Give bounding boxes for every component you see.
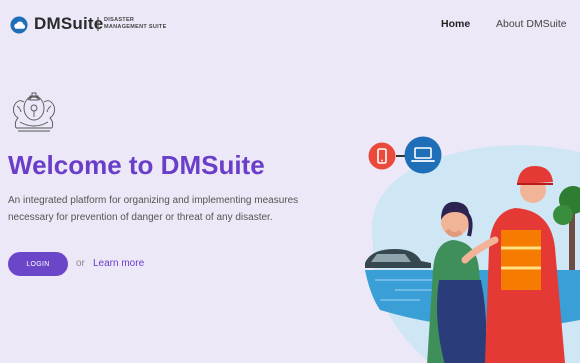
- brand-tagline-line2: MANAGEMENT SUITE: [104, 23, 167, 30]
- hero-description: An integrated platform for organizing an…: [8, 195, 299, 223]
- mobile-phone-icon: [368, 142, 396, 170]
- brand-tagline: DISASTER MANAGEMENT SUITE: [104, 17, 167, 30]
- top-navbar: DMSuite | DISASTER MANAGEMENT SUITE Home…: [0, 0, 580, 50]
- login-button[interactable]: LOGIN: [8, 252, 68, 276]
- brand-separator: |: [96, 15, 100, 32]
- or-text: or: [76, 258, 85, 269]
- laptop-icon: [404, 136, 442, 174]
- nav-about-link[interactable]: About DMSuite: [496, 18, 567, 30]
- learn-more-link[interactable]: Learn more: [93, 258, 144, 269]
- logo-icon[interactable]: [10, 16, 28, 34]
- nav-home-link[interactable]: Home: [441, 18, 470, 30]
- brand-name[interactable]: DMSuite: [34, 14, 103, 34]
- state-emblem-icon: [13, 92, 55, 132]
- page-title: Welcome to DMSuite: [8, 150, 265, 180]
